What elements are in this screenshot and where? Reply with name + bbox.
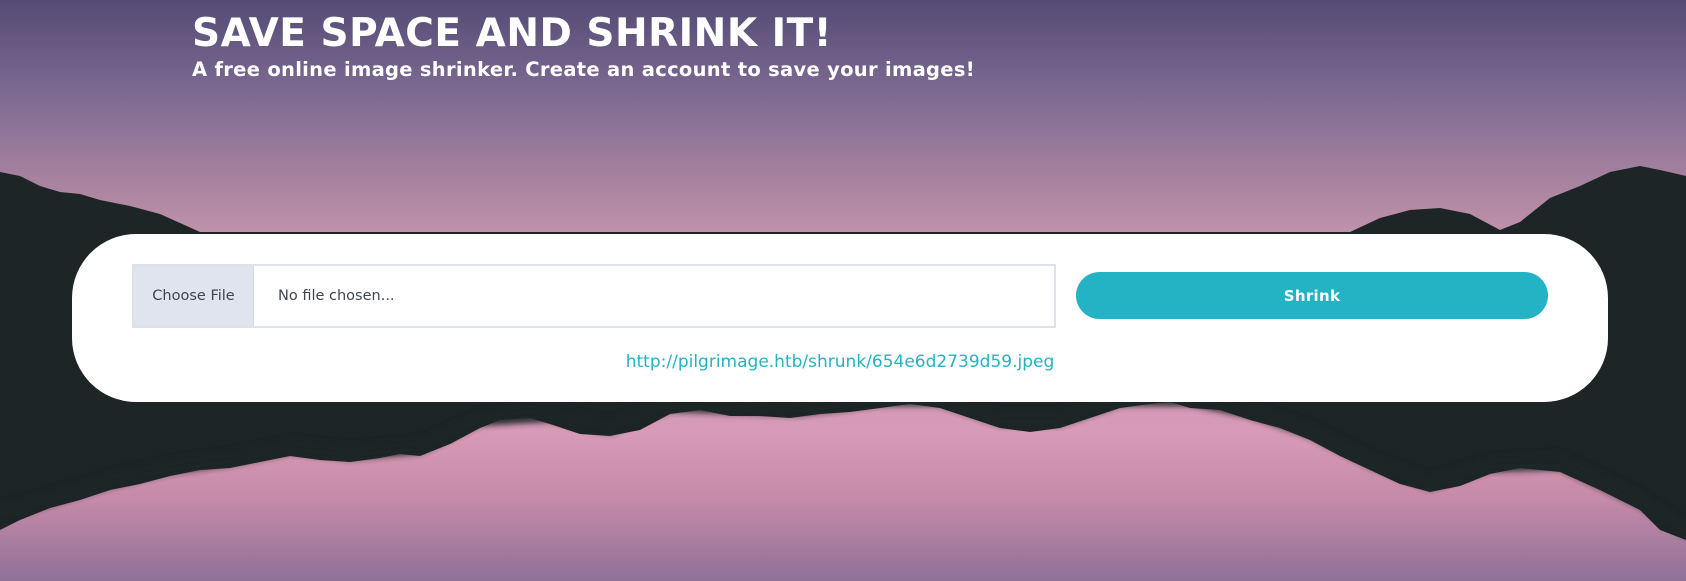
choose-file-button[interactable]: Choose File [134,266,254,326]
page-subtitle: A free online image shrinker. Create an … [192,58,975,81]
shrink-button[interactable]: Shrink [1076,272,1548,319]
shrunk-image-link[interactable]: http://pilgrimage.htb/shrunk/654e6d2739d… [72,352,1608,372]
file-upload-field[interactable]: Choose File No file chosen... [132,264,1056,328]
upload-card: Choose File No file chosen... Shrink htt… [72,234,1608,402]
page-title: SAVE SPACE AND SHRINK IT! [192,11,833,56]
hero-header: SAVE SPACE AND SHRINK IT! A free online … [192,10,975,82]
file-status-text: No file chosen... [278,288,395,304]
